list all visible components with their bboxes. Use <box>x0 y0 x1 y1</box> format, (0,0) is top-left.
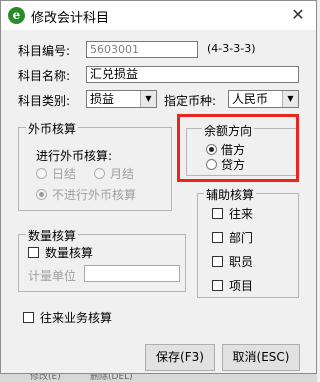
app-logo-icon: e <box>8 7 25 24</box>
checkbox-department[interactable] <box>212 232 223 243</box>
account-category-select[interactable]: 损益 ▼ <box>86 90 157 108</box>
checkbox-quantity[interactable] <box>28 247 39 258</box>
account-category-value: 损益 <box>90 92 115 106</box>
checkbox-department-label: 部门 <box>229 231 254 245</box>
foreign-currency-group-title: 外币核算 <box>26 120 79 137</box>
cancel-button[interactable]: 取消(ESC) <box>222 344 300 371</box>
chevron-down-icon: ▼ <box>140 91 156 107</box>
auxiliary-accounting-title: 辅助核算 <box>204 186 257 203</box>
account-name-label: 科目名称: <box>18 69 71 83</box>
quantity-accounting-title: 数量核算 <box>26 227 79 244</box>
checkbox-quantity-label: 数量核算 <box>45 246 94 260</box>
checkbox-business[interactable] <box>23 312 34 323</box>
account-category-label: 科目类别: <box>18 94 71 108</box>
edit-account-dialog: e 修改会计科目 ✕ 科目编号: 5603001 (4-3-3-3) 科目名称:… <box>0 0 317 374</box>
checkbox-project[interactable] <box>212 280 223 291</box>
checkbox-contacts-label: 往来 <box>229 207 254 221</box>
chevron-down-icon: ▼ <box>282 91 298 107</box>
foreign-currency-prompt: 进行外币核算: <box>36 149 113 163</box>
highlight-box <box>177 114 299 182</box>
checkbox-contacts[interactable] <box>212 208 223 219</box>
radio-no-foreign-label: 不进行外币核算 <box>52 188 137 202</box>
currency-label: 指定币种: <box>164 94 217 108</box>
currency-value: 人民币 <box>232 92 269 106</box>
checkbox-project-label: 项目 <box>229 279 254 293</box>
close-icon[interactable]: ✕ <box>283 2 313 28</box>
radio-no-foreign[interactable] <box>36 189 47 200</box>
unit-input[interactable] <box>84 265 180 282</box>
radio-monthly-label: 月结 <box>110 167 135 181</box>
account-code-label: 科目编号: <box>18 44 71 58</box>
checkbox-business-label: 往来业务核算 <box>40 311 113 325</box>
account-code-input[interactable]: 5603001 <box>86 41 198 58</box>
unit-label: 计量单位 <box>28 269 77 283</box>
title-bar: e 修改会计科目 ✕ <box>1 1 316 30</box>
account-name-input[interactable]: 汇兑损益 <box>86 66 299 83</box>
checkbox-employee[interactable] <box>212 256 223 267</box>
currency-select[interactable]: 人民币 ▼ <box>228 90 299 108</box>
radio-monthly[interactable] <box>94 168 105 179</box>
account-code-format-hint: (4-3-3-3) <box>207 42 256 55</box>
radio-daily[interactable] <box>36 168 47 179</box>
checkbox-employee-label: 职员 <box>229 255 254 269</box>
dialog-title: 修改会计科目 <box>31 11 110 26</box>
save-button[interactable]: 保存(F3) <box>145 344 215 371</box>
radio-daily-label: 日结 <box>52 167 77 181</box>
